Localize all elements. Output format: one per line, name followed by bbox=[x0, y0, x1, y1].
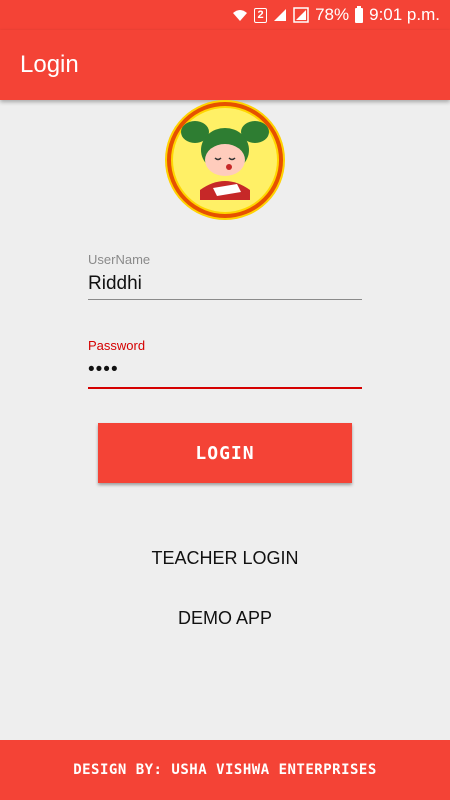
footer: DESIGN BY: USHA VISHWA ENTERPRISES bbox=[0, 740, 450, 800]
login-button[interactable]: LOGIN bbox=[98, 423, 352, 483]
password-underline bbox=[88, 387, 362, 389]
page-title: Login bbox=[20, 51, 79, 78]
demo-app-link[interactable]: DEMO APP bbox=[0, 608, 450, 629]
app-bar: Login bbox=[0, 30, 450, 100]
username-input[interactable] bbox=[88, 267, 362, 299]
girl-reading-logo bbox=[165, 100, 285, 220]
password-label: Password bbox=[88, 338, 146, 353]
teacher-login-link[interactable]: TEACHER LOGIN bbox=[0, 548, 450, 569]
sim-badge: 2 bbox=[254, 7, 268, 23]
clock: 9:01 p.m. bbox=[369, 5, 440, 24]
signal-icon-2 bbox=[293, 7, 309, 23]
signal-icon bbox=[273, 8, 287, 22]
password-input[interactable]: •••• bbox=[88, 353, 362, 387]
username-underline bbox=[88, 299, 362, 300]
password-field: Password •••• bbox=[88, 338, 362, 389]
battery-icon bbox=[355, 5, 364, 23]
status-bar: 2 78% 9:01 p.m. bbox=[0, 0, 450, 30]
username-label: UserName bbox=[88, 252, 151, 267]
battery-percent: 78% bbox=[315, 5, 350, 24]
username-field: UserName bbox=[88, 252, 362, 300]
footer-credit: DESIGN BY: USHA VISHWA ENTERPRISES bbox=[73, 762, 377, 778]
wifi-icon bbox=[232, 8, 248, 22]
